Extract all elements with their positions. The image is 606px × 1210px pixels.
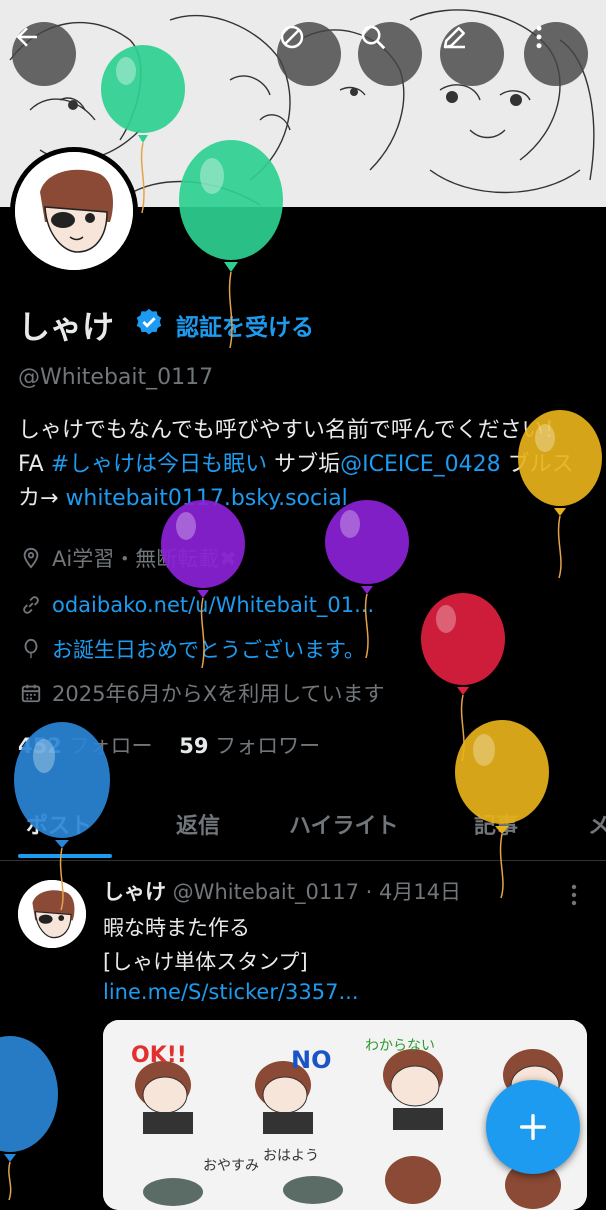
profile-avatar[interactable]: [10, 147, 138, 275]
tab-replies[interactable]: 返信: [176, 808, 220, 840]
sticker-no-label: NO: [291, 1046, 332, 1074]
avatar-illustration: [15, 152, 133, 270]
post-more-icon[interactable]: [562, 880, 586, 910]
edit-button[interactable]: [440, 22, 504, 86]
profile-birthday: お誕生日おめでとうございます。: [18, 632, 365, 666]
tab-articles[interactable]: 記事: [474, 808, 518, 840]
following-link[interactable]: 452 フォロー: [18, 734, 153, 758]
post-text-line: [しゃけ単体スタンプ]: [103, 950, 308, 974]
birthday-text[interactable]: お誕生日おめでとうございます。: [52, 634, 365, 664]
bio-mention-link[interactable]: @ICEICE_0428: [340, 452, 501, 477]
back-button[interactable]: [12, 22, 76, 86]
post-text-line: 暇な時また作る: [103, 916, 250, 940]
profile-website[interactable]: odaibako.net/u/Whitebait_01...: [18, 588, 374, 622]
followers-link[interactable]: 59 フォロワー: [179, 734, 320, 758]
bio-hashtag-link[interactable]: #しゃけは今日も眠い: [51, 452, 267, 477]
decorative-balloon: [421, 593, 505, 762]
post-meta: @Whitebait_0117 · 4月14日: [166, 880, 462, 904]
tab-media[interactable]: メ: [588, 808, 606, 840]
follow-stats: 452 フォロー 59 フォロワー: [18, 730, 320, 760]
calendar-icon: [18, 680, 44, 706]
followers-label: フォロワー: [208, 734, 321, 758]
post-header: しゃけ @Whitebait_0117 · 4月14日: [103, 876, 461, 906]
profile-handle: @Whitebait_0117: [18, 365, 214, 390]
tab-posts[interactable]: ポスト: [26, 808, 92, 840]
sticker-oyasumi-label: おやすみ: [203, 1158, 259, 1174]
following-count: 452: [18, 734, 62, 758]
more-vertical-icon: [536, 25, 542, 49]
sticker-ok-label: OK!!: [131, 1043, 187, 1068]
location-pin-icon: [18, 545, 44, 571]
profile-name: しゃけ: [18, 308, 115, 346]
search-button[interactable]: [358, 22, 422, 86]
joined-text: 2025年6月からXを利用しています: [52, 682, 385, 706]
profile-joined: 2025年6月からXを利用しています: [18, 676, 385, 710]
arrow-left-icon: [16, 27, 37, 47]
mute-button[interactable]: [277, 22, 341, 86]
tab-highlights[interactable]: ハイライト: [289, 808, 399, 840]
search-icon: [361, 25, 386, 50]
sticker-wakaranai-label: わからない: [365, 1038, 435, 1054]
post-link[interactable]: line.me/S/sticker/3357...: [103, 980, 359, 1004]
profile-location: Ai学習・無断転載✖: [18, 541, 237, 575]
no-symbol-icon: [280, 25, 304, 49]
profile-bio: しゃけでもなんでも呼びやすい名前で呼んでください！ FA #しゃけは今日も眠い …: [18, 414, 578, 516]
plus-icon: [519, 1113, 547, 1141]
active-tab-indicator: [18, 854, 112, 858]
balloon-icon: [18, 636, 44, 662]
link-icon: [18, 592, 44, 618]
profile-tabs: ポスト 返信 ハイライト 記事 メ: [0, 798, 606, 861]
post-avatar[interactable]: [18, 880, 86, 948]
sticker-ohayo-label: おはよう: [263, 1148, 319, 1164]
bio-bsky-link[interactable]: whitebait0117.bsky.social: [65, 486, 347, 511]
location-text: Ai学習・無断転載✖: [52, 547, 237, 571]
decorative-balloon: [0, 1036, 58, 1200]
verified-badge-icon: [136, 308, 162, 335]
get-verified-link[interactable]: 認証を受ける: [176, 308, 314, 342]
bio-text: サブ垢: [267, 452, 341, 477]
followers-count: 59: [179, 734, 209, 758]
following-label: フォロー: [61, 734, 153, 758]
more-button[interactable]: [524, 22, 588, 86]
post-avatar-illustration: [18, 880, 86, 948]
post-author-name[interactable]: しゃけ: [103, 880, 166, 904]
pencil-icon: [443, 27, 465, 49]
website-link[interactable]: odaibako.net/u/Whitebait_01...: [52, 593, 374, 617]
compose-post-button[interactable]: [486, 1080, 580, 1174]
